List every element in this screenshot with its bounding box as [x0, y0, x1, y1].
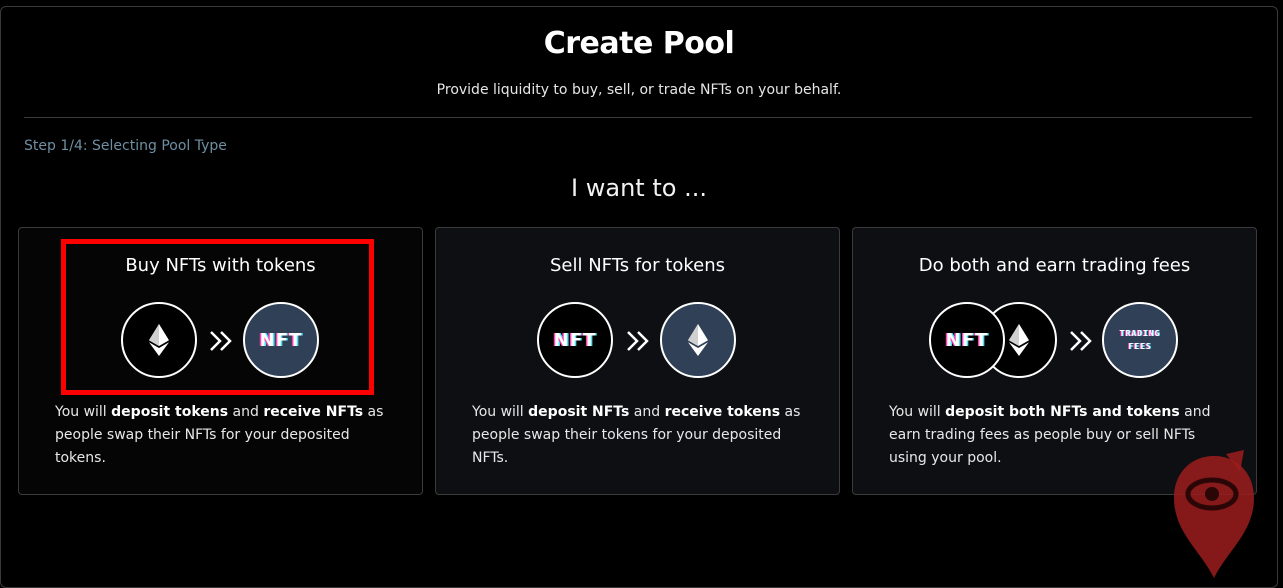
- header-divider: [24, 117, 1252, 118]
- location-pin-eye-icon: [1174, 450, 1254, 578]
- nft-icon-label: NFT: [945, 329, 989, 351]
- card-title: Do both and earn trading fees: [918, 255, 1191, 276]
- double-chevron-right-icon: [210, 331, 232, 351]
- card-description: You will deposit NFTs and receive tokens…: [472, 404, 801, 466]
- fees-label-line1: TRADING: [1119, 329, 1161, 338]
- pool-type-sell-card[interactable]: Sell NFTs for tokens NFT You will deposi…: [435, 227, 840, 495]
- selection-prompt: I want to ...: [571, 174, 707, 202]
- fees-label-line2: FEES: [1128, 342, 1152, 351]
- card-title: Buy NFTs with tokens: [125, 255, 316, 276]
- page-subtitle: Provide liquidity to buy, sell, or trade…: [436, 82, 842, 98]
- double-chevron-right-icon: [1070, 331, 1092, 351]
- eth-icon: [121, 302, 197, 378]
- pool-type-buy-card[interactable]: Buy NFTs with tokens NFT You will deposi…: [18, 227, 423, 495]
- nft-icon-label: NFT: [553, 329, 597, 351]
- nft-icon: NFT: [243, 302, 319, 378]
- nft-icon: NFT: [929, 302, 1005, 378]
- eth-icon: [660, 302, 736, 378]
- nft-icon-label: NFT: [259, 329, 303, 351]
- page-title: Create Pool: [543, 26, 735, 61]
- trading-fees-icon: TRADING FEES: [1102, 302, 1178, 378]
- nft-icon: NFT: [537, 302, 613, 378]
- card-title: Sell NFTs for tokens: [549, 255, 726, 276]
- card-description: You will deposit tokens and receive NFTs…: [55, 404, 384, 466]
- step-indicator: Step 1/4: Selecting Pool Type: [24, 138, 227, 154]
- double-chevron-right-icon: [627, 331, 649, 351]
